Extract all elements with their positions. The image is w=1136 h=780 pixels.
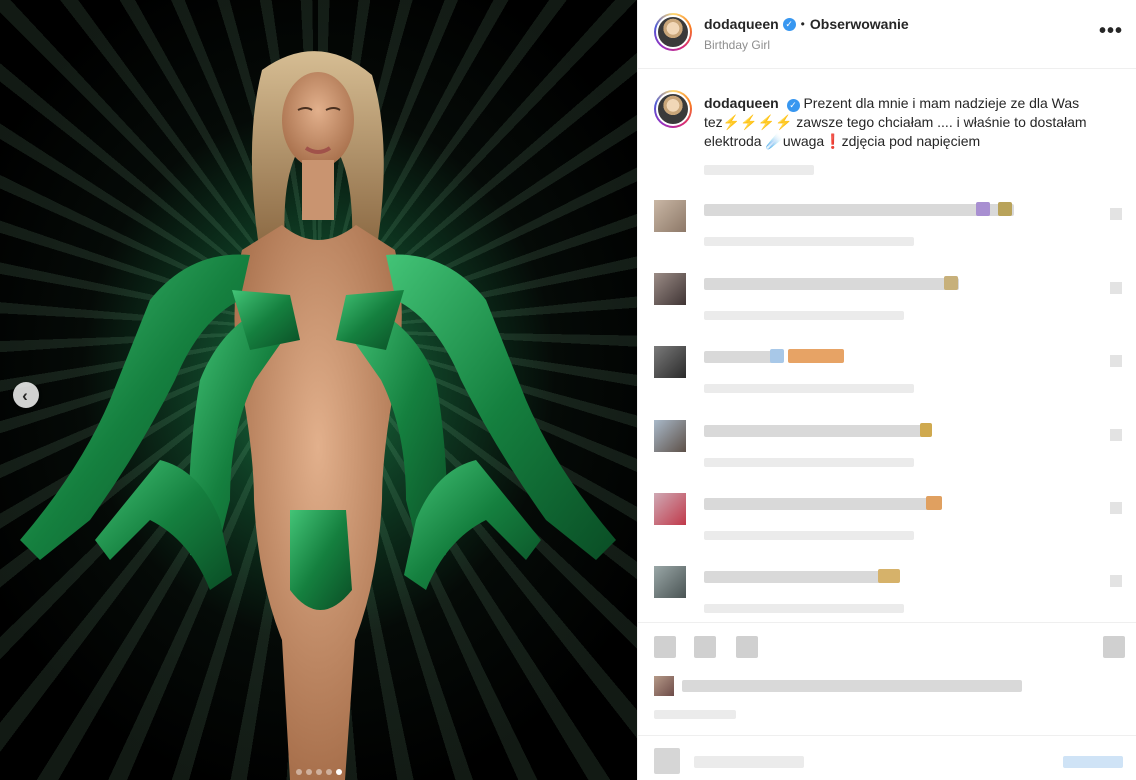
comment-like-icon[interactable]: [1110, 502, 1122, 514]
caption-avatar[interactable]: [654, 90, 692, 128]
comment-meta-blurred: [704, 237, 914, 246]
comment-input-divider: [638, 735, 1136, 736]
comment-emoji-blurred: [770, 349, 784, 363]
lightning-emoji-icon: ⚡⚡⚡⚡: [722, 114, 793, 130]
share-icon[interactable]: [736, 636, 758, 658]
comment-text-blurred: [704, 351, 779, 363]
emoji-picker-icon[interactable]: [654, 748, 680, 774]
caption-part-3: uwaga: [782, 133, 825, 149]
header-user-line: dodaqueen ✓ • Obserwowanie: [704, 16, 909, 32]
post-media[interactable]: ‹: [0, 0, 637, 780]
username-link[interactable]: dodaqueen: [704, 16, 779, 32]
comment-meta-blurred: [704, 311, 904, 320]
carousel-dot: [326, 769, 332, 775]
separator: •: [800, 17, 805, 31]
caption-text: dodaqueen ✓ Prezent dla mnie i mam nadzi…: [704, 94, 1114, 151]
comment-emoji-blurred: [976, 202, 990, 216]
location-subtitle[interactable]: Birthday Girl: [704, 38, 770, 52]
carousel-dot: [316, 769, 322, 775]
avatar[interactable]: [654, 13, 692, 51]
comment-like-icon[interactable]: [1110, 282, 1122, 294]
comment-meta-blurred: [704, 531, 914, 540]
post-header: dodaqueen ✓ • Obserwowanie Birthday Girl…: [638, 0, 1136, 69]
post-comment-button[interactable]: [1063, 756, 1123, 768]
comment-avatar[interactable]: [654, 346, 686, 378]
comment-avatar[interactable]: [654, 566, 686, 598]
comet-emoji-icon: ☄️: [765, 133, 783, 149]
comment-icon[interactable]: [694, 636, 716, 658]
heart-icon[interactable]: [654, 636, 676, 658]
comment-text-blurred: [704, 571, 884, 583]
caption-part-4: zdjęcia pod napięciem: [841, 133, 981, 149]
comment-meta-blurred: [704, 384, 914, 393]
more-options-icon[interactable]: •••: [1099, 20, 1123, 43]
comment-text-blurred: [704, 498, 934, 510]
comment-text-blurred: [704, 204, 1014, 216]
chevron-left-icon: ‹: [22, 385, 28, 405]
comment-emoji-blurred: [788, 349, 844, 363]
following-button[interactable]: Obserwowanie: [810, 16, 909, 32]
comment-avatar[interactable]: [654, 273, 686, 305]
comment-like-icon[interactable]: [1110, 429, 1122, 441]
comment-meta-blurred: [704, 458, 914, 467]
comment-like-icon[interactable]: [1110, 355, 1122, 367]
comment-avatar[interactable]: [654, 420, 686, 452]
exclamation-emoji-icon: ❗: [824, 133, 842, 149]
carousel-dot: [306, 769, 312, 775]
comment-input-field[interactable]: [694, 756, 804, 768]
comment-meta-blurred: [704, 604, 904, 613]
comment-emoji-blurred: [944, 276, 958, 290]
comment-avatar[interactable]: [654, 493, 686, 525]
comment-like-icon[interactable]: [1110, 575, 1122, 587]
post-date-blurred: [654, 710, 736, 719]
comment-emoji-blurred: [920, 423, 932, 437]
caption-timestamp-blurred: [704, 165, 814, 175]
carousel-dot: [296, 769, 302, 775]
instagram-post: ‹ dodaqueen ✓ • Obserwowanie Birthday Gi…: [0, 0, 1136, 780]
comment-avatar[interactable]: [654, 200, 686, 232]
carousel-dot-active: [336, 769, 342, 775]
comment-like-icon[interactable]: [1110, 208, 1122, 220]
verified-badge-icon: ✓: [782, 17, 796, 31]
carousel-prev-button[interactable]: ‹: [13, 382, 39, 408]
carousel-indicator: [296, 769, 342, 775]
liked-by-text-blurred: [682, 680, 1022, 692]
comment-emoji-blurred: [878, 569, 900, 583]
actions-divider: [638, 622, 1136, 623]
verified-badge-icon: ✓: [786, 99, 800, 112]
post-sidebar: dodaqueen ✓ • Obserwowanie Birthday Girl…: [637, 0, 1136, 780]
bookmark-icon[interactable]: [1103, 636, 1125, 658]
comment-text-blurred: [704, 278, 959, 290]
caption-username[interactable]: dodaqueen: [704, 95, 779, 111]
liked-by-avatar[interactable]: [654, 676, 674, 696]
comment-emoji-blurred: [998, 202, 1012, 216]
comment-emoji-blurred: [926, 496, 942, 510]
comment-text-blurred: [704, 425, 929, 437]
photo-illustration: [20, 51, 616, 780]
